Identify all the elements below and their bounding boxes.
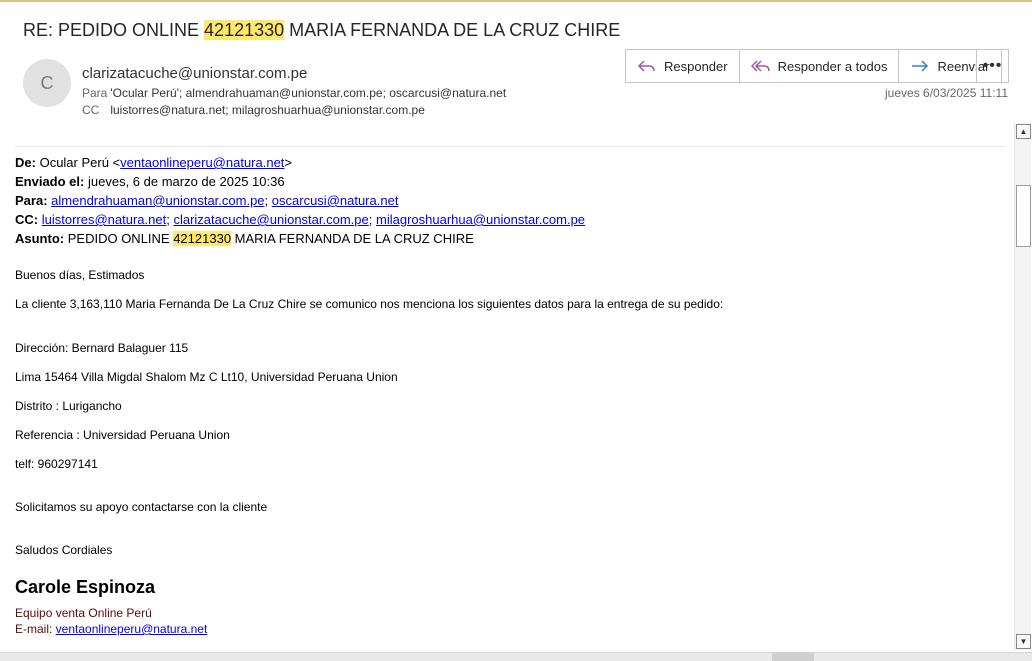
- scroll-down-button[interactable]: ▼: [1016, 634, 1031, 649]
- signature-team: Equipo venta Online Perú: [15, 606, 152, 620]
- quoted-sent: Enviado el: jueves, 6 de marzo de 2025 1…: [15, 174, 285, 189]
- closing-line: Saludos Cordiales: [15, 543, 113, 557]
- subject-highlight: 42121330: [204, 20, 285, 40]
- cc-recipients[interactable]: luistorres@natura.net; milagroshuarhua@u…: [110, 103, 425, 117]
- address-line: Dirección: Bernard Balaguer 115: [15, 341, 189, 355]
- reply-toolbar: Responder Responder a todos Reenviar: [625, 49, 1002, 83]
- avatar: C: [23, 59, 71, 107]
- quoted-cc: CC: luistorres@natura.net; clarizatacuch…: [15, 212, 586, 227]
- email-subject: RE: PEDIDO ONLINE 42121330 MARIA FERNAND…: [23, 20, 621, 40]
- district-line: Distrito : Lurigancho: [15, 399, 122, 413]
- quoted-subject-highlight: 42121330: [173, 231, 232, 246]
- signature-email-line: E-mail: ventaonlineperu@natura.net: [15, 622, 208, 636]
- scroll-thumb[interactable]: [1016, 185, 1031, 247]
- signature-email-link[interactable]: ventaonlineperu@natura.net: [56, 622, 208, 636]
- quoted-to: Para: almendrahuaman@unionstar.com.pe; o…: [15, 193, 399, 208]
- signature-name: Carole Espinoza: [15, 577, 156, 597]
- greeting: Buenos días, Estimados: [15, 268, 145, 282]
- sender-address[interactable]: clarizatacuche@unionstar.com.pe: [82, 65, 307, 82]
- cc-line: CC luistorres@natura.net; milagroshuarhu…: [82, 103, 425, 117]
- city-line: Lima 15464 Villa Migdal Shalom Mz C Lt10…: [15, 370, 398, 384]
- reply-all-icon: [750, 60, 770, 72]
- reply-button[interactable]: Responder: [626, 50, 740, 82]
- quoted-cc-link-1[interactable]: luistorres@natura.net: [42, 212, 166, 227]
- sent-date: jueves 6/03/2025 11:11: [885, 86, 1008, 100]
- window-top-border: [0, 0, 1032, 2]
- header-separator: [15, 146, 1005, 147]
- to-recipients[interactable]: 'Ocular Perú'; almendrahuaman@unionstar.…: [110, 86, 506, 100]
- quoted-cc-link-3[interactable]: milagroshuarhua@unionstar.com.pe: [376, 212, 585, 227]
- quoted-cc-link-2[interactable]: clarizatacuche@unionstar.com.pe: [173, 212, 368, 227]
- reply-all-button[interactable]: Responder a todos: [740, 50, 900, 82]
- reference-line: Referencia : Universidad Peruana Union: [15, 428, 230, 442]
- quoted-to-link-1[interactable]: almendrahuaman@unionstar.com.pe: [51, 193, 264, 208]
- quoted-from: De: Ocular Perú <ventaonlineperu@natura.…: [15, 155, 293, 170]
- intro-text: La cliente 3,163,110 Maria Fernanda De L…: [15, 297, 724, 311]
- quoted-to-link-2[interactable]: oscarcusi@natura.net: [272, 193, 399, 208]
- scroll-up-button[interactable]: ▲: [1016, 124, 1031, 139]
- phone-line: telf: 960297141: [15, 457, 98, 471]
- quoted-subject: Asunto: PEDIDO ONLINE 42121330 MARIA FER…: [15, 231, 474, 246]
- more-actions-button[interactable]: •••: [976, 49, 1009, 83]
- forward-icon: [912, 60, 929, 72]
- to-line: Para 'Ocular Perú'; almendrahuaman@union…: [82, 86, 507, 100]
- reply-icon: [637, 60, 655, 72]
- quoted-from-email-link[interactable]: ventaonlineperu@natura.net: [120, 155, 284, 170]
- vertical-scrollbar[interactable]: ▲ ▼: [1014, 123, 1031, 650]
- request-line: Solicitamos su apoyo contactarse con la …: [15, 500, 268, 514]
